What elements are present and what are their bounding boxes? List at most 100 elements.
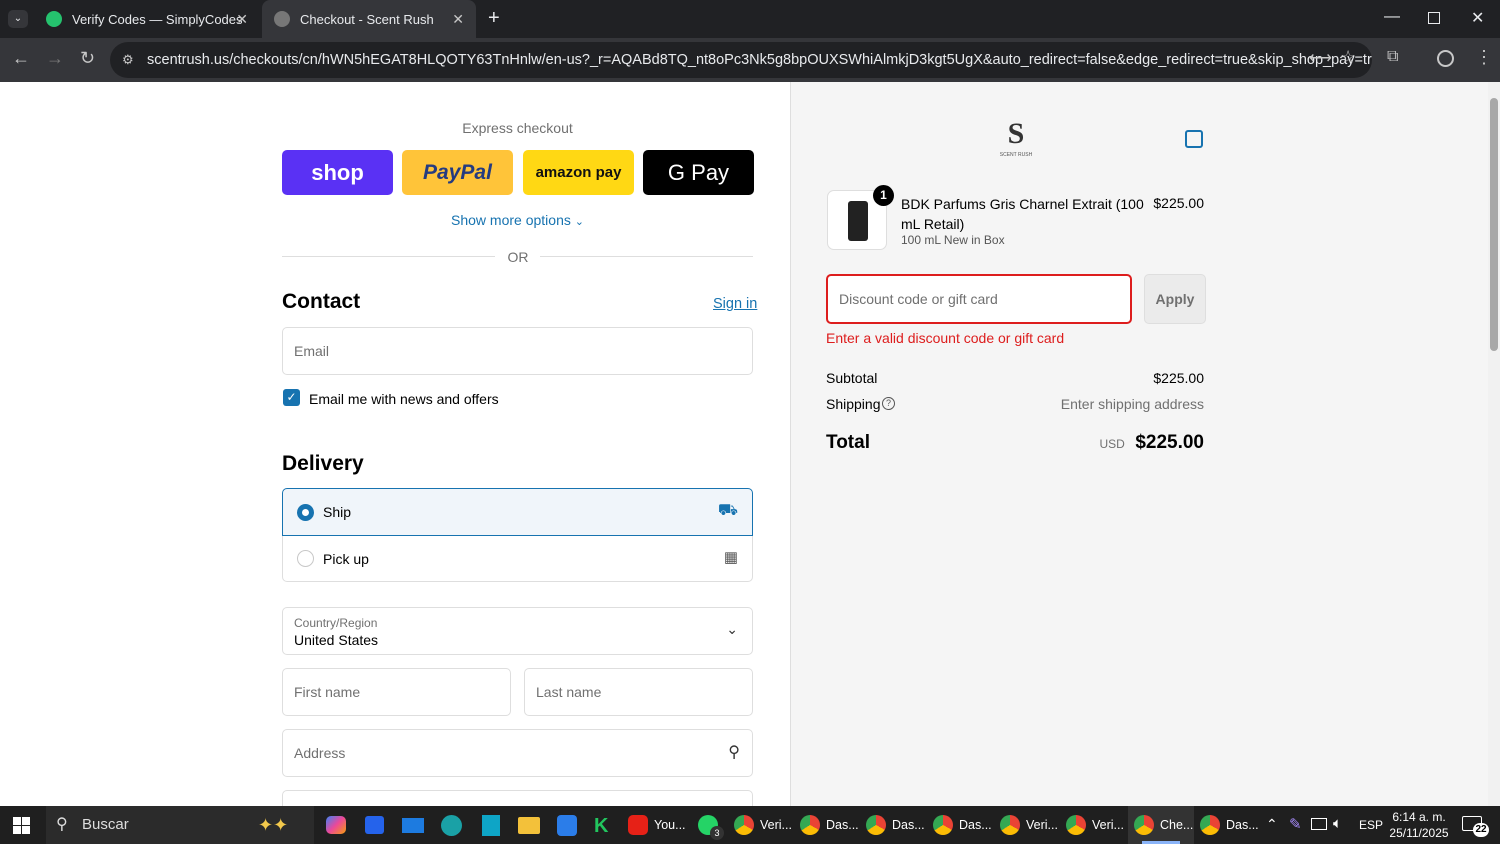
discount-error: Enter a valid discount code or gift card [826, 330, 1065, 346]
shop-pay-button[interactable]: shop [282, 150, 393, 195]
tab-title: Checkout - Scent Rush [300, 11, 434, 27]
perfume-bottle-image [848, 201, 868, 241]
bookmark-star-icon[interactable]: ☆ [1340, 47, 1356, 68]
taskbar-app-chrome-8[interactable]: Das... [1200, 806, 1259, 844]
taskbar-app-whatsapp[interactable]: 3 [698, 806, 724, 844]
kick-icon[interactable]: K [594, 815, 608, 838]
reload-icon[interactable]: ↻ [80, 48, 95, 69]
volume-icon[interactable]: 🔈︎ [1333, 815, 1342, 832]
browser-toolbar: ← → ↻ ⚙ scentrush.us/checkouts/cn/hWN5hE… [0, 38, 1500, 82]
taskbar-label: You... [654, 818, 686, 832]
address-field[interactable]: Address ⚲ [282, 729, 753, 777]
taskbar-label: Das... [892, 818, 925, 832]
taskbar-app-chrome-active[interactable]: Che... [1128, 806, 1194, 844]
newsletter-label: Email me with news and offers [309, 391, 499, 407]
tab-simplycodes[interactable]: Verify Codes — SimplyCodes ✕ [34, 0, 260, 38]
taskbar-label: Das... [959, 818, 992, 832]
notification-center[interactable]: 22 [1462, 816, 1489, 837]
taskbar-app-chrome-1[interactable]: Veri... [734, 806, 792, 844]
discount-code-input[interactable]: Discount code or gift card [826, 274, 1132, 324]
mail-icon[interactable] [402, 818, 424, 833]
close-icon[interactable]: ✕ [452, 11, 464, 28]
contact-heading: Contact [282, 290, 361, 313]
country-value: United States [294, 632, 379, 648]
copilot-icon[interactable] [326, 816, 346, 834]
taskbar-app-chrome-2[interactable]: Das... [800, 806, 859, 844]
chrome-icon [734, 815, 754, 835]
taskbar-app-chrome-6[interactable]: Veri... [1066, 806, 1124, 844]
address-bar[interactable]: ⚙ scentrush.us/checkouts/cn/hWN5hEGAT8HL… [110, 42, 1372, 78]
minimize-icon[interactable]: — [1384, 8, 1400, 26]
apply-button[interactable]: Apply [1144, 274, 1206, 324]
app-icon[interactable] [482, 815, 500, 836]
windows-start-icon[interactable] [13, 817, 30, 834]
store-icon: ▦ [723, 549, 738, 566]
language-indicator[interactable]: ESP [1359, 818, 1383, 832]
delivery-heading: Delivery [282, 452, 364, 475]
ship-radio[interactable] [297, 504, 314, 521]
paypal-button[interactable]: PayPal [402, 150, 513, 195]
pickup-radio[interactable] [297, 550, 314, 567]
paypal-label: PayPal [423, 160, 492, 184]
page-scrollbar[interactable] [1488, 82, 1500, 806]
country-select[interactable]: Country/Region United States ⌄ [282, 607, 753, 655]
windows-taskbar: ⚲ Buscar ✦✦ K You... 3 Veri... Das... Da… [0, 806, 1500, 844]
shopping-bag-icon[interactable] [1185, 130, 1203, 148]
checkout-page: Express checkout shop PayPal amazon pay … [0, 82, 1488, 806]
taskbar-app-chrome-5[interactable]: Veri... [1000, 806, 1058, 844]
discount-placeholder: Discount code or gift card [839, 291, 998, 307]
pickup-option[interactable]: Pick up ▦ [282, 536, 753, 582]
tab-search-icon[interactable]: ⌄ [8, 10, 28, 28]
profile-icon[interactable] [1437, 50, 1454, 67]
last-name-field[interactable]: Last name [524, 668, 753, 716]
show-more-options-link[interactable]: Show more options ⌄ [282, 212, 753, 228]
first-name-field[interactable]: First name [282, 668, 511, 716]
folder-icon[interactable] [518, 817, 540, 834]
translate-icon[interactable]: ⟷ [1309, 48, 1332, 68]
address-placeholder: Address [294, 745, 346, 761]
scent-rush-logo[interactable]: S SCENT RUSH [999, 116, 1033, 162]
edge-icon[interactable] [441, 815, 462, 836]
amazon-pay-button[interactable]: amazon pay [523, 150, 634, 195]
close-window-icon[interactable]: ✕ [1471, 8, 1484, 28]
google-pay-button[interactable]: G Pay [643, 150, 754, 195]
whatsapp-badge: 3 [710, 826, 724, 840]
sparkle-icon: ✦✦ [258, 815, 289, 835]
taskbar-app-youtube[interactable]: You... [628, 806, 686, 844]
scrollbar-thumb[interactable] [1490, 98, 1498, 351]
clock[interactable]: 6:14 a. m. 25/11/2025 [1388, 809, 1450, 841]
sign-in-link[interactable]: Sign in [713, 296, 757, 312]
product-price: $225.00 [1153, 195, 1204, 211]
search-icon: ⚲ [56, 816, 68, 833]
simplycodes-icon [46, 11, 62, 27]
divider-right [540, 256, 753, 257]
next-field[interactable] [282, 790, 753, 806]
new-tab-icon[interactable]: + [488, 7, 500, 30]
extensions-icon[interactable]: ⧉ [1387, 48, 1398, 66]
network-icon[interactable] [1311, 818, 1327, 830]
clock-date: 25/11/2025 [1389, 826, 1449, 840]
help-circle-icon[interactable]: ? [882, 397, 895, 410]
ship-option[interactable]: Ship ⛟ [282, 488, 753, 536]
chevron-up-icon[interactable]: ⌃ [1266, 816, 1278, 833]
browser-tab-bar: ⌄ Verify Codes — SimplyCodes ✕ Checkout … [0, 0, 1500, 38]
restore-icon[interactable] [1428, 12, 1440, 24]
pen-icon[interactable]: ✎ [1289, 815, 1302, 833]
menu-icon[interactable]: ⋮ [1475, 47, 1493, 68]
taskbar-app-chrome-4[interactable]: Das... [933, 806, 992, 844]
back-icon[interactable]: ← [12, 48, 30, 69]
product-name: BDK Parfums Gris Charnel Extrait (100 mL… [901, 196, 1144, 232]
chevron-down-icon: ⌄ [574, 216, 584, 228]
forward-icon[interactable]: → [46, 48, 64, 69]
store-icon[interactable] [365, 816, 384, 834]
total-label: Total [826, 432, 870, 453]
security-icon[interactable] [557, 815, 577, 836]
tab-checkout[interactable]: Checkout - Scent Rush ✕ [262, 0, 476, 38]
taskbar-app-chrome-3[interactable]: Das... [866, 806, 925, 844]
site-info-icon[interactable]: ⚙ [122, 42, 134, 78]
taskbar-search[interactable]: ⚲ Buscar ✦✦ [46, 806, 314, 844]
close-icon[interactable]: ✕ [236, 11, 248, 28]
email-field[interactable]: Email [282, 327, 753, 375]
first-name-placeholder: First name [294, 684, 361, 700]
newsletter-checkbox[interactable]: ✓ [283, 389, 300, 406]
